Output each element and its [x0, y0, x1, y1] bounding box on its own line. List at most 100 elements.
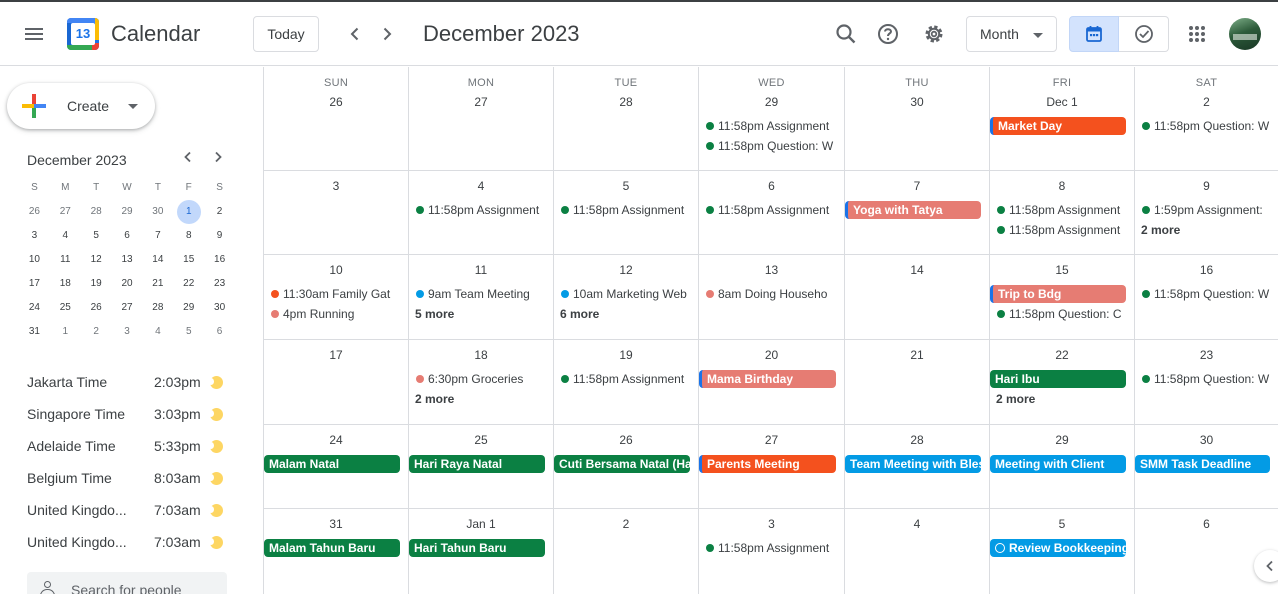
world-clock-item[interactable]: Jakarta Time 2:03pm [0, 368, 263, 400]
day-number[interactable]: 21 [845, 348, 989, 362]
day-cell[interactable]: SUN 26 [264, 67, 409, 170]
mini-calendar-day[interactable]: 31 [19, 320, 50, 344]
mini-calendar-day[interactable]: 26 [19, 200, 50, 224]
settings-button[interactable] [914, 14, 954, 54]
day-cell[interactable]: 11 9am Team Meeting 5 more [409, 255, 554, 339]
account-avatar[interactable] [1229, 18, 1261, 50]
day-cell[interactable]: 21 [845, 340, 990, 424]
timed-event[interactable]: 4pm Running [265, 305, 407, 323]
day-cell[interactable]: 3 [264, 171, 409, 254]
day-cell[interactable]: 25 Hari Raya Natal [409, 425, 554, 508]
mini-calendar-day[interactable]: 12 [81, 248, 112, 272]
day-number[interactable]: 26 [264, 95, 408, 109]
timed-event[interactable]: 6:30pm Groceries [410, 370, 552, 388]
day-number[interactable]: 22 [990, 348, 1134, 362]
timed-event[interactable]: 11:58pm Assignment [700, 201, 843, 219]
day-number[interactable]: 30 [1135, 433, 1278, 447]
day-cell[interactable]: Jan 1 Hari Tahun Baru [409, 509, 554, 594]
mini-calendar-day[interactable]: 8 [173, 224, 204, 248]
all-day-event[interactable]: Team Meeting with Bles [845, 455, 981, 473]
day-cell[interactable]: 19 11:58pm Assignment [554, 340, 699, 424]
day-cell[interactable]: SAT 2 11:58pm Question: W [1135, 67, 1278, 170]
day-number[interactable]: 14 [845, 263, 989, 277]
day-number[interactable]: 2 [554, 517, 698, 531]
day-cell[interactable]: 17 [264, 340, 409, 424]
all-day-event[interactable]: Market Day [990, 117, 1126, 135]
day-number[interactable]: 10 [264, 263, 408, 277]
day-cell[interactable]: 5 11:58pm Assignment [554, 171, 699, 254]
mini-calendar-day[interactable]: 26 [81, 296, 112, 320]
day-cell[interactable]: THU 30 [845, 67, 990, 170]
mini-calendar-day[interactable]: 16 [204, 248, 235, 272]
mini-calendar-day[interactable]: 28 [81, 200, 112, 224]
day-number[interactable]: 18 [409, 348, 553, 362]
day-number[interactable]: 27 [409, 95, 553, 109]
mini-calendar-day[interactable]: 11 [50, 248, 81, 272]
day-number[interactable]: 9 [1135, 179, 1278, 193]
next-month-button[interactable] [372, 18, 402, 50]
main-menu-button[interactable] [14, 14, 54, 54]
day-number[interactable]: 5 [990, 517, 1134, 531]
mini-calendar-day[interactable]: 20 [112, 272, 143, 296]
all-day-event[interactable]: Hari Tahun Baru [409, 539, 545, 557]
day-cell[interactable]: 5 Review Bookkeeping [990, 509, 1135, 594]
day-cell[interactable]: 13 8am Doing Househo [699, 255, 845, 339]
day-cell[interactable]: 27 Parents Meeting [699, 425, 845, 508]
day-number[interactable]: 25 [409, 433, 553, 447]
day-cell[interactable]: 10 11:30am Family Gat 4pm Running [264, 255, 409, 339]
all-day-event[interactable]: Hari Ibu [990, 370, 1126, 388]
all-day-event[interactable]: Trip to Bdg [990, 285, 1126, 303]
day-cell[interactable]: 20 Mama Birthday [699, 340, 845, 424]
timed-event[interactable]: 11:58pm Question: W [1136, 117, 1277, 135]
day-number[interactable]: 17 [264, 348, 408, 362]
calendar-view-toggle[interactable] [1069, 16, 1119, 52]
mini-calendar-day[interactable]: 29 [112, 200, 143, 224]
mini-calendar-day[interactable]: 17 [19, 272, 50, 296]
day-cell[interactable]: 4 [845, 509, 990, 594]
all-day-event[interactable]: Yoga with Tatya [845, 201, 981, 219]
day-number[interactable]: 29 [699, 95, 844, 109]
day-number[interactable]: 2 [1135, 95, 1278, 109]
all-day-event[interactable]: Mama Birthday [699, 370, 836, 388]
mini-calendar-day[interactable]: 27 [112, 296, 143, 320]
day-cell[interactable]: 23 11:58pm Question: W [1135, 340, 1278, 424]
day-cell[interactable]: 2 [554, 509, 699, 594]
timed-event[interactable]: 1:59pm Assignment: [1136, 201, 1277, 219]
day-number[interactable]: 28 [845, 433, 989, 447]
search-button[interactable] [826, 14, 866, 54]
mini-calendar-day[interactable]: 5 [173, 320, 204, 344]
mini-calendar-day[interactable]: 28 [142, 296, 173, 320]
day-cell[interactable]: 31 Malam Tahun Baru [264, 509, 409, 594]
timed-event[interactable]: 11:58pm Assignment [991, 221, 1133, 239]
timed-event[interactable]: 11:58pm Question: W [1136, 285, 1277, 303]
timed-event[interactable]: 11:58pm Assignment [555, 370, 697, 388]
day-number[interactable]: 6 [1135, 517, 1278, 531]
day-number[interactable]: 3 [699, 517, 844, 531]
day-cell[interactable]: 29 Meeting with Client [990, 425, 1135, 508]
mini-calendar-next-button[interactable] [208, 150, 228, 170]
all-day-event[interactable]: Meeting with Client [990, 455, 1126, 473]
view-select-dropdown[interactable]: Month [966, 16, 1057, 52]
mini-calendar-day[interactable]: 9 [204, 224, 235, 248]
day-cell[interactable]: 9 1:59pm Assignment: 2 more [1135, 171, 1278, 254]
more-events-link[interactable]: 2 more [410, 390, 552, 408]
mini-calendar-day[interactable]: 6 [204, 320, 235, 344]
mini-calendar-day[interactable]: 24 [19, 296, 50, 320]
day-number[interactable]: Jan 1 [409, 517, 553, 531]
day-number[interactable]: 5 [554, 179, 698, 193]
google-apps-button[interactable] [1177, 14, 1217, 54]
world-clock-item[interactable]: Singapore Time 3:03pm [0, 400, 263, 432]
day-cell[interactable]: 18 6:30pm Groceries 2 more [409, 340, 554, 424]
timed-event[interactable]: 10am Marketing Web [555, 285, 697, 303]
mini-calendar-day[interactable]: 27 [50, 200, 81, 224]
timed-event[interactable]: 11:58pm Assignment [700, 539, 843, 557]
day-cell[interactable]: MON 27 [409, 67, 554, 170]
mini-calendar-day[interactable]: 10 [19, 248, 50, 272]
mini-calendar-day[interactable]: 1 [173, 200, 204, 224]
previous-month-button[interactable] [340, 18, 370, 50]
timed-event[interactable]: 11:58pm Assignment [700, 117, 843, 135]
mini-calendar-day[interactable]: 13 [112, 248, 143, 272]
world-clock-item[interactable]: United Kingdo... 7:03am [0, 528, 263, 560]
day-cell[interactable]: 24 Malam Natal [264, 425, 409, 508]
day-cell[interactable]: 7 Yoga with Tatya [845, 171, 990, 254]
